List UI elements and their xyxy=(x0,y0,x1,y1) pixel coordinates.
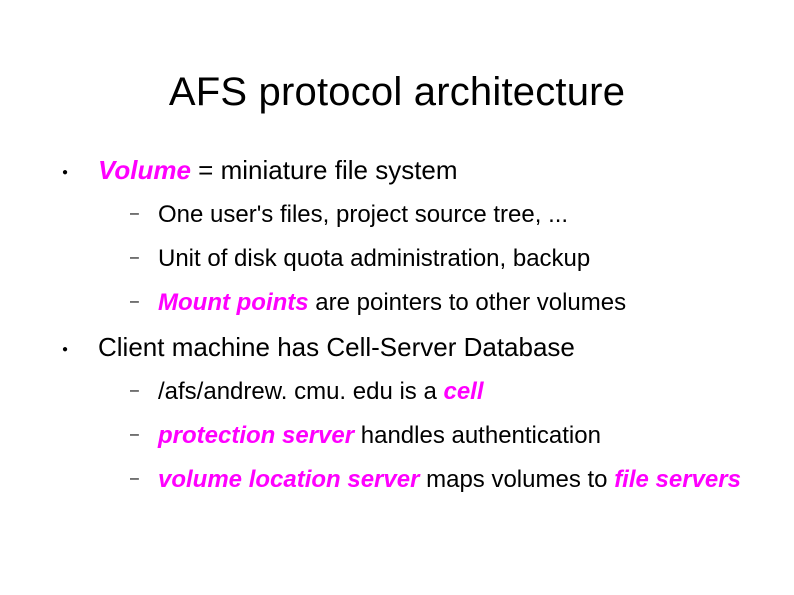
sub-text: Unit of disk quota administration, backu… xyxy=(158,245,590,272)
bullet-text: Client machine has Cell-Server Database xyxy=(98,332,575,362)
sub-text: are pointers to other volumes xyxy=(309,289,627,316)
term-protection-server: protection server xyxy=(158,422,354,449)
bullet-item: Volume = miniature file system One user'… xyxy=(62,155,754,318)
sub-item: One user's files, project source tree, .… xyxy=(98,200,754,230)
sub-item: /afs/andrew. cmu. edu is a cell xyxy=(98,377,754,407)
sub-text: maps volumes to xyxy=(419,466,614,493)
term-volume-location-server: volume location server xyxy=(158,466,419,493)
sub-text: /afs/andrew. cmu. edu is a xyxy=(158,378,443,405)
sub-item: Mount points are pointers to other volum… xyxy=(98,288,754,318)
sub-list: /afs/andrew. cmu. edu is a cell protecti… xyxy=(98,377,754,495)
bullet-item: Client machine has Cell-Server Database … xyxy=(62,332,754,495)
term-file-servers: file servers xyxy=(614,466,741,493)
bullet-list: Volume = miniature file system One user'… xyxy=(62,155,754,495)
sub-text: handles authentication xyxy=(354,422,601,449)
sub-item: volume location server maps volumes to f… xyxy=(98,465,754,495)
term-cell: cell xyxy=(443,378,483,405)
slide-title: AFS protocol architecture xyxy=(0,70,794,115)
term-mount-points: Mount points xyxy=(158,289,309,316)
slide-body: Volume = miniature file system One user'… xyxy=(62,155,754,509)
term-volume: Volume xyxy=(98,155,191,185)
sub-item: protection server handles authentication xyxy=(98,421,754,451)
slide: AFS protocol architecture Volume = minia… xyxy=(0,0,794,595)
bullet-text: = miniature file system xyxy=(191,155,458,185)
sub-list: One user's files, project source tree, .… xyxy=(98,200,754,318)
sub-item: Unit of disk quota administration, backu… xyxy=(98,244,754,274)
sub-text: One user's files, project source tree, .… xyxy=(158,201,568,228)
